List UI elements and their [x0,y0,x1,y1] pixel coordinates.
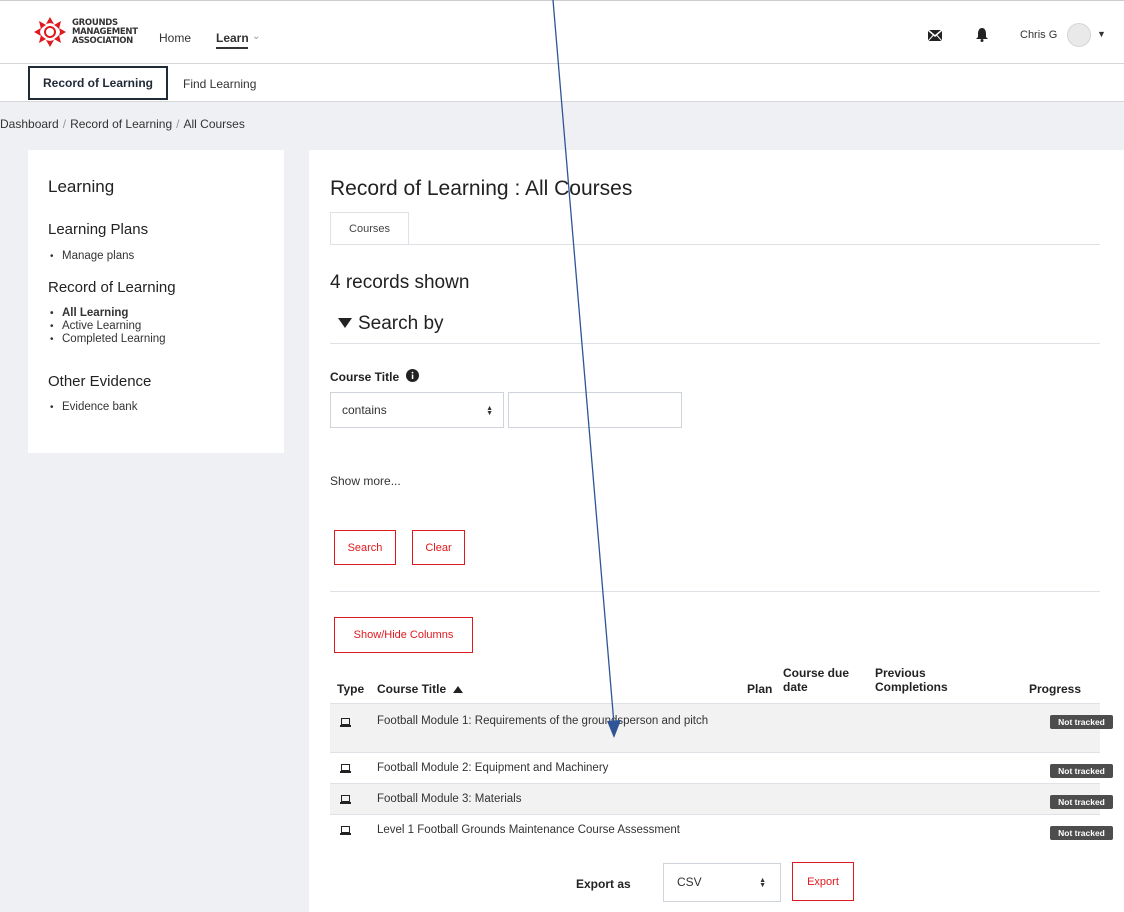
nav-active-indicator [216,47,248,49]
sidebar-heading-other-evidence: Other Evidence [48,373,152,390]
col-header-label: Course Title [377,682,447,696]
clear-button[interactable]: Clear [412,530,465,565]
breadcrumb-dashboard[interactable]: Dashboard [0,117,59,131]
caret-down-icon [338,318,352,328]
search-by-toggle[interactable]: Search by [338,313,444,335]
export-label: Export as [576,877,631,891]
export-button[interactable]: Export [792,862,854,901]
logo-icon [34,17,66,47]
course-title-input[interactable] [508,392,682,428]
select-arrows-icon: ▲ ▼ [759,876,766,889]
laptop-icon [340,795,351,804]
nav-learn[interactable]: Learn [216,31,249,45]
section-divider [330,591,1100,592]
col-header-type: Type [337,682,365,696]
col-header-plan[interactable]: Plan [747,682,772,696]
course-title-link[interactable]: Football Module 1: Requirements of the g… [377,713,727,729]
caret-down-icon[interactable]: ▼ [1097,29,1106,39]
select-value: CSV [677,875,702,889]
laptop-icon [340,826,351,835]
tab-find-learning[interactable]: Find Learning [183,77,256,91]
sidebar-item-all-learning[interactable]: All Learning [50,307,166,320]
page-title: Record of Learning : All Courses [330,177,633,200]
avatar[interactable] [1067,23,1091,47]
col-header-course-title[interactable]: Course Title [377,682,464,696]
user-name[interactable]: Chris G [1020,29,1057,41]
search-button[interactable]: Search [334,530,396,565]
course-title-link[interactable]: Football Module 3: Materials [377,791,521,807]
chevron-down-icon[interactable]: ⌄ [252,31,260,42]
course-title-operator-select[interactable]: contains ▲ ▼ [330,392,504,428]
logo-line: ASSOCIATION [72,35,133,46]
status-badge: Not tracked [1050,826,1113,840]
col-header-line: Previous [875,666,926,680]
records-count: 4 records shown [330,272,470,293]
col-header-line: date [783,680,808,694]
sidebar-list: Evidence bank [50,401,137,414]
laptop-icon [340,764,351,773]
sidebar-heading-learning-plans: Learning Plans [48,221,149,238]
select-arrows-icon: ▲ ▼ [486,404,493,417]
laptop-icon [340,718,351,727]
status-badge: Not tracked [1050,764,1113,778]
nav-home[interactable]: Home [159,31,191,45]
table-row: Football Module 2: Equipment and Machine… [330,752,1113,783]
col-header-progress[interactable]: Progress [1029,682,1081,696]
breadcrumb-record-of-learning[interactable]: Record of Learning [70,117,172,131]
sidebar-list: All Learning Active Learning Completed L… [50,307,166,346]
sort-ascending-icon [453,686,464,693]
tab-record-of-learning[interactable]: Record of Learning [28,66,168,100]
select-value: contains [342,403,387,417]
top-navbar: GROUNDS MANAGEMENT ASSOCIATION Home Lear… [0,0,1124,64]
export-format-select[interactable]: CSV ▲ ▼ [663,863,781,902]
sidebar-item-evidence-bank[interactable]: Evidence bank [50,401,137,414]
col-header-line: Completions [875,680,948,694]
status-badge: Not tracked [1050,715,1113,729]
tab-divider [330,244,1100,245]
sidebar-list: Manage plans [50,250,134,263]
info-icon[interactable] [406,369,419,382]
course-title-label: Course Title [330,370,400,384]
col-header-previous-completions[interactable]: Previous Completions [875,666,948,694]
tab-courses[interactable]: Courses [330,212,409,245]
sidebar-item-completed-learning[interactable]: Completed Learning [50,333,166,346]
main-content: Record of Learning : All Courses Courses… [309,150,1124,912]
search-divider [330,343,1100,344]
breadcrumb-separator: / [176,117,180,131]
show-more-link[interactable]: Show more... [330,474,401,488]
learning-sidebar: Learning Learning Plans Manage plans Rec… [28,150,284,453]
breadcrumb: Dashboard / Record of Learning / All Courses [0,117,245,131]
sidebar-title: Learning [48,177,115,196]
mail-icon[interactable] [928,30,942,41]
table-row: Football Module 1: Requirements of the g… [330,703,1113,752]
site-logo[interactable]: GROUNDS MANAGEMENT ASSOCIATION [32,15,138,49]
logo-text: GROUNDS MANAGEMENT ASSOCIATION [72,18,138,46]
sidebar-item-active-learning[interactable]: Active Learning [50,320,166,333]
col-header-course-due-date[interactable]: Course due date [783,666,849,694]
status-badge: Not tracked [1050,795,1113,809]
sidebar-heading-record-of-learning: Record of Learning [48,279,176,296]
breadcrumb-separator: / [62,117,67,131]
search-by-label: Search by [358,313,444,334]
show-hide-columns-button[interactable]: Show/Hide Columns [334,617,473,653]
secondary-nav: Record of Learning Find Learning [0,64,1124,102]
bell-icon[interactable] [976,28,988,42]
course-title-link[interactable]: Level 1 Football Grounds Maintenance Cou… [377,822,680,838]
col-header-line: Course due [783,666,850,680]
table-row: Football Module 3: Materials Not tracked [330,783,1113,814]
course-title-link[interactable]: Football Module 2: Equipment and Machine… [377,760,608,776]
breadcrumb-current: All Courses [183,117,245,131]
table-row: Level 1 Football Grounds Maintenance Cou… [330,814,1113,845]
sidebar-item-manage-plans[interactable]: Manage plans [50,250,134,263]
